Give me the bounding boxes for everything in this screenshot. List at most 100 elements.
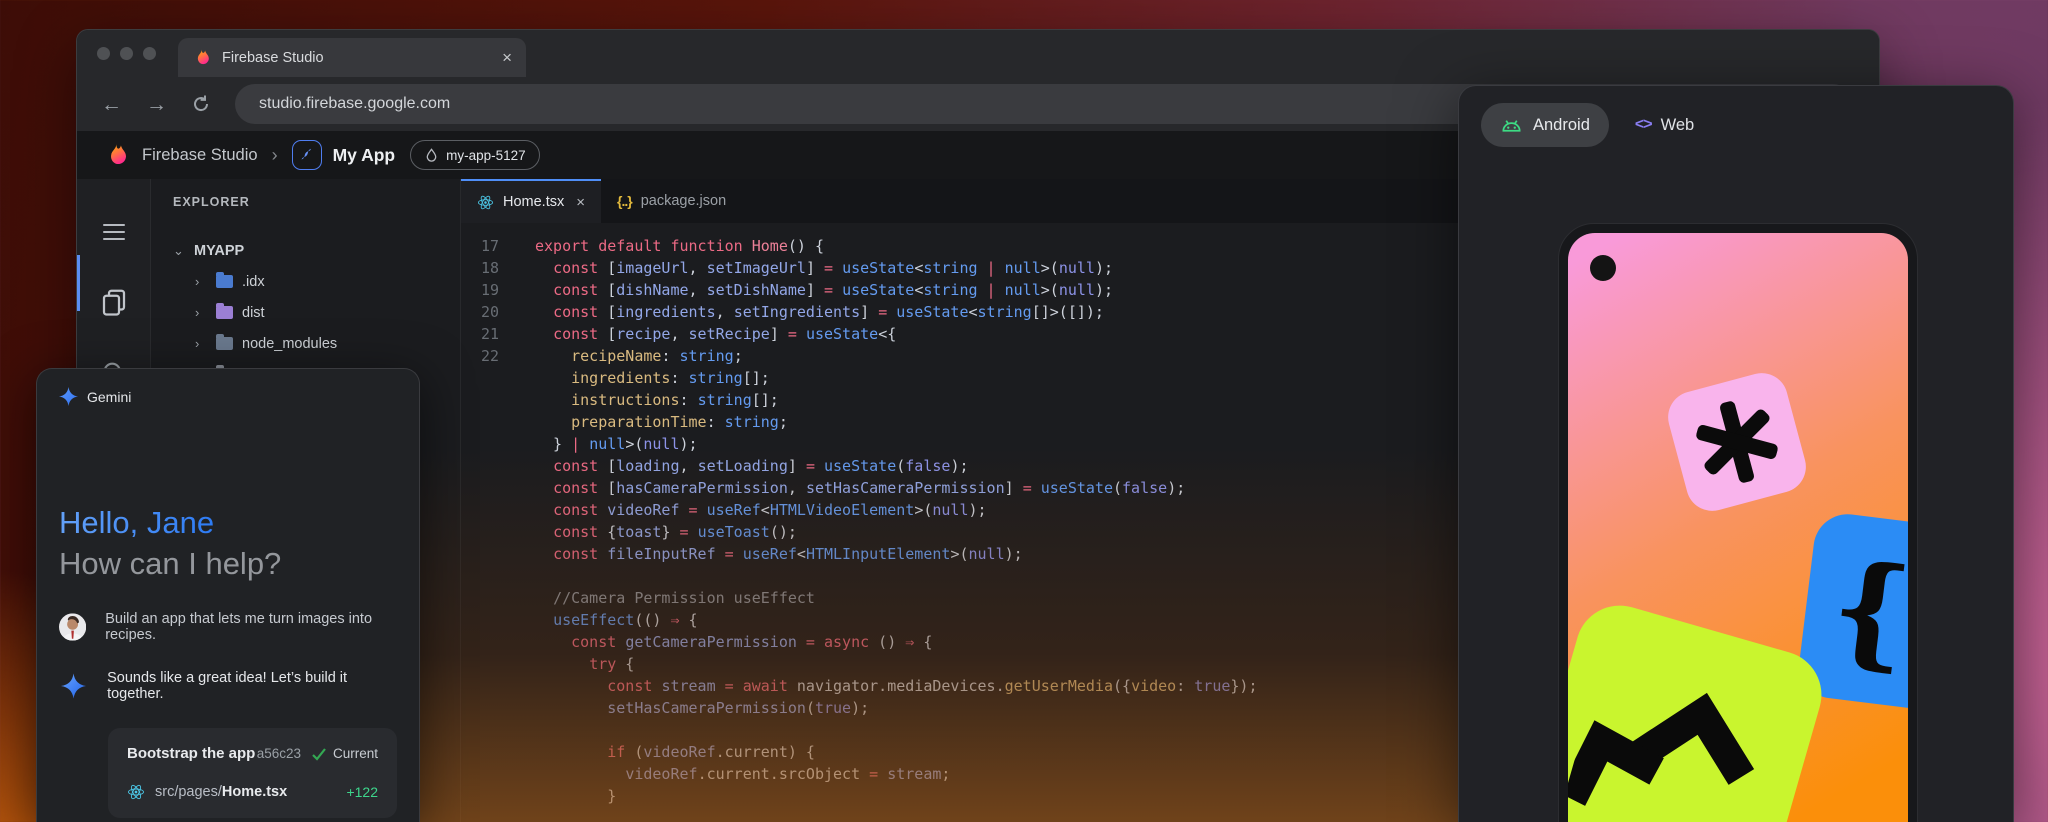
changed-file-row[interactable]: src/pages/Home.tsx +122 (127, 783, 378, 801)
line-number (461, 631, 519, 653)
product-name[interactable]: Firebase Studio (142, 146, 258, 165)
gemini-spark-icon (61, 673, 86, 699)
breadcrumb-chevron-icon: › (272, 145, 278, 166)
tab-home-tsx[interactable]: Home.tsx × (461, 179, 601, 223)
chevron-right-icon: › (195, 336, 207, 351)
toggle-web-label: Web (1661, 116, 1695, 135)
line-number: 18 (461, 257, 519, 279)
drop-icon (424, 148, 439, 163)
tab-label: package.json (641, 193, 726, 209)
brace-glyph: { (1825, 546, 1908, 675)
greeting-name: Hello, Jane (59, 502, 214, 543)
card-title: Bootstrap the app (127, 745, 257, 762)
phone-camera (1590, 255, 1616, 281)
window-control-dot[interactable] (97, 47, 110, 60)
user-message: Build an app that lets me turn images in… (105, 611, 397, 643)
line-number (461, 587, 519, 609)
line-number (461, 477, 519, 499)
chevron-right-icon: › (195, 274, 207, 289)
green-brackets-shape (1568, 595, 1832, 822)
braces-icon: {..} (617, 193, 632, 209)
line-number: 22 (461, 345, 519, 367)
line-number (461, 411, 519, 433)
file-tree: ⌄ MYAPP ›.idx›dist›node_modules›scripts (173, 235, 460, 390)
folder-icon (216, 275, 233, 288)
commit-hash: a56c23 (257, 746, 301, 761)
chevron-glyphs (1568, 643, 1791, 822)
line-number: 17 (461, 235, 519, 257)
tab-label: Home.tsx (503, 194, 564, 210)
toggle-web[interactable]: <> Web (1635, 116, 1694, 135)
line-number (461, 367, 519, 389)
line-number (461, 433, 519, 455)
browser-tab-title: Firebase Studio (222, 50, 491, 66)
gemini-panel: Gemini Hello, Jane How can I help? Build… (36, 368, 420, 822)
line-number (461, 697, 519, 719)
tab-close-icon[interactable]: × (502, 48, 512, 68)
line-number (461, 565, 519, 587)
browser-tab[interactable]: Firebase Studio × (178, 38, 526, 77)
code-brackets-icon: <> (1635, 116, 1652, 134)
menu-icon[interactable] (103, 219, 125, 245)
line-number (461, 653, 519, 675)
asterisk-icon (1684, 389, 1789, 494)
greeting-question: How can I help? (59, 543, 397, 584)
file-path: src/pages/Home.tsx (155, 784, 336, 800)
tab-package-json[interactable]: {..} package.json (601, 179, 742, 223)
line-number: 21 (461, 323, 519, 345)
tree-item-label: .idx (242, 274, 265, 290)
app-name[interactable]: My App (333, 145, 396, 166)
explorer-title: EXPLORER (173, 195, 460, 209)
back-icon[interactable]: ← (101, 94, 122, 115)
line-number (461, 521, 519, 543)
phone-screen: { (1568, 233, 1908, 822)
check-icon (311, 747, 327, 761)
diff-count: +122 (346, 784, 378, 800)
firebase-studio-logo-icon (103, 142, 129, 168)
tab-close-icon[interactable]: × (576, 194, 585, 211)
explorer-files-icon[interactable] (99, 287, 129, 317)
tree-root-myapp[interactable]: ⌄ MYAPP (173, 235, 460, 266)
reload-icon[interactable] (191, 94, 211, 114)
tree-root-label: MYAPP (194, 243, 244, 259)
browser-tab-strip: Firebase Studio × (77, 30, 1879, 77)
line-number (461, 675, 519, 697)
firebase-flame-icon (192, 48, 211, 67)
line-number (461, 785, 519, 807)
chevron-down-icon: ⌄ (173, 243, 185, 259)
chevron-right-icon: › (195, 305, 207, 320)
line-number: 20 (461, 301, 519, 323)
prototyper-icon[interactable] (292, 140, 322, 170)
line-number: 19 (461, 279, 519, 301)
tree-item-dist[interactable]: › dist (173, 297, 460, 328)
line-number (461, 763, 519, 785)
line-number (461, 389, 519, 411)
gemini-spark-icon (59, 387, 78, 406)
user-message-row: Build an app that lets me turn images in… (59, 611, 397, 643)
tree-item-node-modules[interactable]: ›node_modules (173, 328, 460, 359)
user-avatar (59, 612, 86, 642)
react-icon (477, 194, 494, 211)
folder-icon (216, 337, 233, 350)
tree-item-label: dist (242, 305, 265, 321)
line-number (461, 719, 519, 741)
toggle-android[interactable]: Android (1481, 103, 1609, 147)
assistant-message-row: Sounds like a great idea! Let’s build it… (59, 670, 397, 702)
tree-item--idx[interactable]: › .idx (173, 266, 460, 297)
url-text: studio.firebase.google.com (259, 95, 450, 113)
bootstrap-card[interactable]: Bootstrap the app a56c23 Current src/pag… (108, 728, 397, 818)
gemini-header: Gemini (59, 387, 397, 406)
window-controls[interactable] (77, 30, 178, 77)
platform-toggle: Android <> Web (1459, 86, 2013, 147)
folder-icon (216, 306, 233, 319)
status-badge: Current (333, 746, 378, 761)
window-control-dot[interactable] (143, 47, 156, 60)
forward-icon[interactable]: → (146, 94, 167, 115)
active-view-indicator (77, 255, 80, 311)
workspace-badge[interactable]: my-app-5127 (410, 140, 540, 170)
window-control-dot[interactable] (120, 47, 133, 60)
line-number (461, 609, 519, 631)
assistant-message: Sounds like a great idea! Let’s build it… (107, 670, 397, 702)
react-icon (127, 783, 145, 801)
gemini-brand: Gemini (87, 389, 131, 405)
